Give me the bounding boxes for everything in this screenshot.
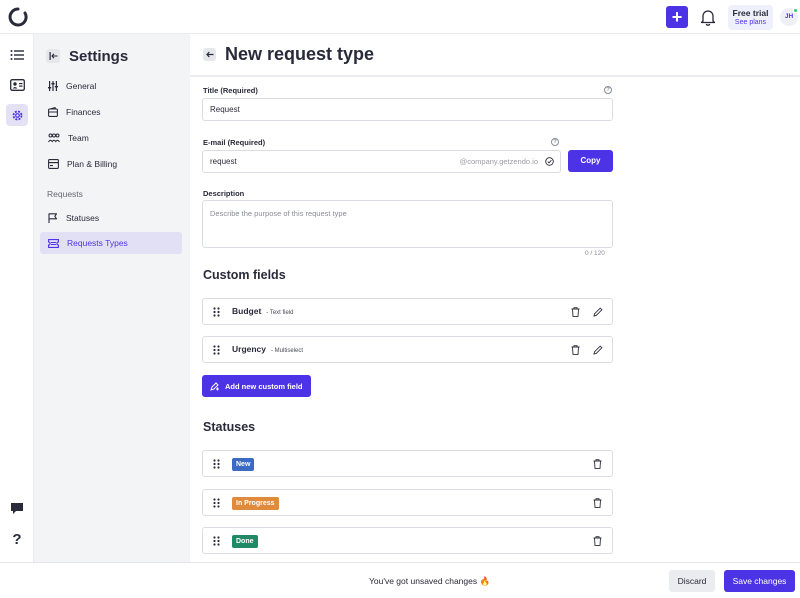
delete-trash-icon[interactable] xyxy=(593,536,602,546)
sidebar-item-label: Plan & Billing xyxy=(67,159,118,169)
app-logo-icon[interactable] xyxy=(8,7,28,27)
status-badge: Done xyxy=(232,535,258,548)
wallet-icon xyxy=(48,107,58,117)
requests-section-label: Requests xyxy=(47,189,83,199)
drag-handle-icon[interactable] xyxy=(213,536,220,546)
team-icon xyxy=(48,133,60,143)
see-plans-link[interactable]: See plans xyxy=(728,19,773,26)
sidebar-item-general[interactable]: General xyxy=(40,75,182,97)
status-row-done: Done xyxy=(202,527,613,554)
unsaved-changes-message: You've got unsaved changes 🔥 xyxy=(369,576,491,586)
settings-title: Settings xyxy=(69,47,129,65)
title-field-label: Title (Required) xyxy=(203,86,258,95)
unsaved-changes-bar: You've got unsaved changes 🔥 Discard Sav… xyxy=(0,562,800,598)
page-title: New request type xyxy=(225,44,375,64)
create-new-button[interactable]: + xyxy=(666,6,688,28)
sidebar-item-label: Statuses xyxy=(66,213,100,223)
sidebar-item-plan-billing[interactable]: Plan & Billing xyxy=(40,153,182,175)
custom-field-type: - Text field xyxy=(266,310,294,316)
top-bar: + Free trial See plans JH xyxy=(0,0,800,34)
settings-header: Settings xyxy=(46,46,128,66)
icon-rail: ? xyxy=(0,34,34,562)
user-avatar[interactable]: JH xyxy=(780,8,798,26)
drag-handle-icon[interactable] xyxy=(213,345,220,355)
email-field-label: E-mail (Required) xyxy=(203,138,266,147)
email-help-icon[interactable]: ? xyxy=(551,138,559,146)
sidebar-item-statuses[interactable]: Statuses xyxy=(40,207,182,229)
status-row-new: New xyxy=(202,450,613,477)
custom-field-name: Urgency - Multiselect xyxy=(232,337,303,364)
custom-field-name: Budget - Text field xyxy=(232,299,294,326)
free-trial-title: Free trial xyxy=(732,8,769,18)
sidebar-item-label: Finances xyxy=(66,107,101,117)
sliders-icon xyxy=(48,81,58,91)
collapse-sidebar-icon[interactable] xyxy=(46,49,60,63)
help-question-icon[interactable]: ? xyxy=(6,528,28,550)
sidebar-item-label: Team xyxy=(68,133,89,143)
delete-trash-icon[interactable] xyxy=(593,459,602,469)
back-arrow-icon[interactable] xyxy=(203,48,216,61)
custom-field-name-text: Urgency xyxy=(232,344,267,354)
list-view-icon[interactable] xyxy=(6,44,28,66)
custom-fields-title: Custom fields xyxy=(203,268,286,282)
email-input[interactable]: request @company.getzendo.io xyxy=(202,150,561,173)
avatar-initials: JH xyxy=(784,13,794,20)
custom-field-row-budget: Budget - Text field xyxy=(202,298,613,325)
save-changes-button[interactable]: Save changes xyxy=(724,570,795,592)
drag-handle-icon[interactable] xyxy=(213,459,220,469)
drag-handle-icon[interactable] xyxy=(213,498,220,508)
copy-email-button[interactable]: Copy xyxy=(568,150,613,172)
drag-handle-icon[interactable] xyxy=(213,307,220,317)
online-status-dot xyxy=(793,8,798,13)
chat-feedback-icon[interactable] xyxy=(6,497,28,519)
add-custom-field-button[interactable]: Add new custom field xyxy=(202,375,311,397)
main-content: New request type Title (Required) ? Requ… xyxy=(190,34,800,562)
sidebar-item-requests-types[interactable]: Requests Types xyxy=(40,232,182,254)
billing-icon xyxy=(48,159,59,169)
email-domain-suffix: @company.getzendo.io xyxy=(459,157,538,166)
check-circle-icon xyxy=(545,157,554,166)
title-help-icon[interactable]: ? xyxy=(604,86,612,94)
title-input[interactable]: Request xyxy=(202,98,613,121)
add-field-icon xyxy=(210,381,219,391)
sidebar-item-finances[interactable]: Finances xyxy=(40,101,182,123)
email-input-value: request xyxy=(210,157,237,166)
sidebar-item-label: Requests Types xyxy=(67,238,128,248)
settings-gear-icon[interactable] xyxy=(6,104,28,126)
edit-pencil-icon[interactable] xyxy=(593,345,603,355)
free-trial-badge[interactable]: Free trial See plans xyxy=(728,5,773,30)
settings-sidebar: Settings General Finances Team Plan & Bi… xyxy=(34,34,190,562)
description-char-counter: 0 / 120 xyxy=(585,250,605,257)
description-textarea[interactable]: Describe the purpose of this request typ… xyxy=(202,200,613,248)
ticket-icon xyxy=(48,238,59,248)
edit-pencil-icon[interactable] xyxy=(593,307,603,317)
status-row-in-progress: In Progress xyxy=(202,489,613,516)
contacts-card-icon[interactable] xyxy=(6,74,28,96)
sidebar-item-team[interactable]: Team xyxy=(40,127,182,149)
status-badge: In Progress xyxy=(232,497,279,510)
custom-field-name-text: Budget xyxy=(232,306,262,316)
statuses-title: Statuses xyxy=(203,420,256,434)
add-custom-field-label: Add new custom field xyxy=(225,381,303,391)
sidebar-item-label: General xyxy=(66,81,97,91)
status-badge: New xyxy=(232,458,255,471)
delete-trash-icon[interactable] xyxy=(571,345,580,355)
notifications-bell-icon[interactable] xyxy=(699,7,717,27)
delete-trash-icon[interactable] xyxy=(593,498,602,508)
custom-field-row-urgency: Urgency - Multiselect xyxy=(202,336,613,363)
custom-field-type: - Multiselect xyxy=(271,348,304,354)
description-field-label: Description xyxy=(203,189,245,198)
header-divider xyxy=(190,75,800,77)
flag-icon xyxy=(48,213,58,223)
discard-button[interactable]: Discard xyxy=(669,570,715,592)
delete-trash-icon[interactable] xyxy=(571,307,580,317)
